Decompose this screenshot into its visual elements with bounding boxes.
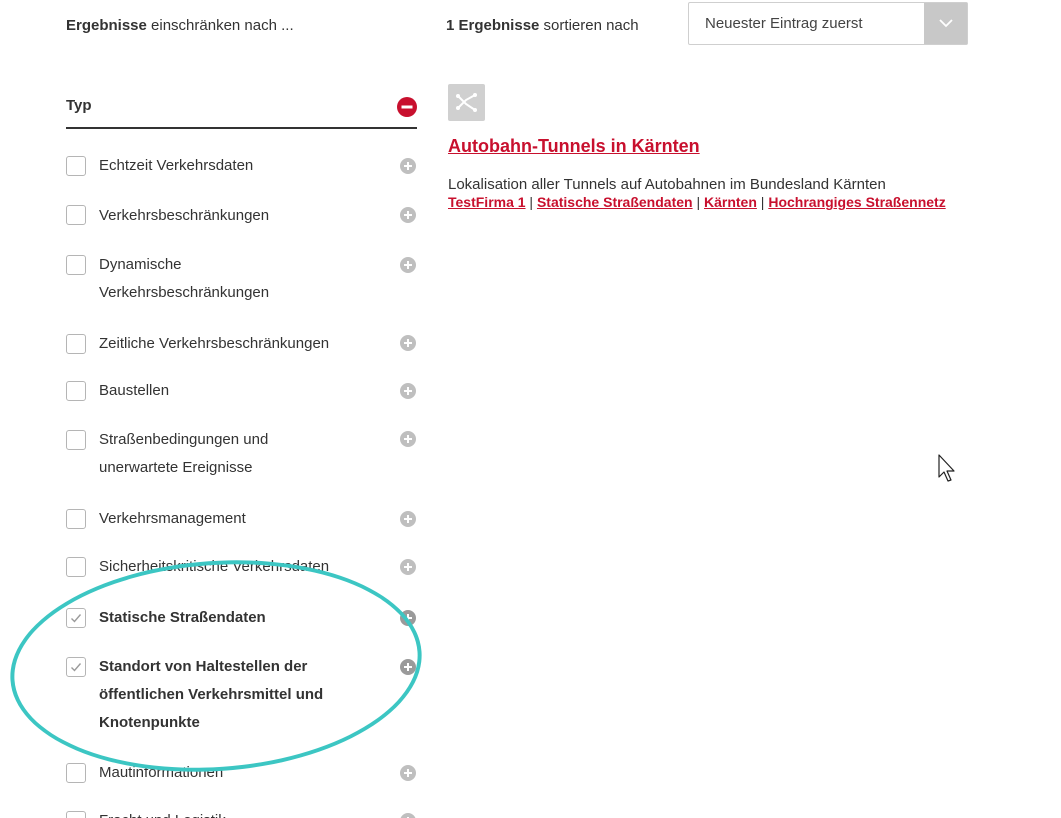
tag-link-organisation[interactable]: TestFirma 1 <box>448 194 526 210</box>
facet-label: Verkehrsmanagement <box>99 510 246 527</box>
plus-circle-icon[interactable] <box>400 511 416 527</box>
result-title-link[interactable]: Autobahn-Tunnels in Kärnten <box>448 136 700 157</box>
facet-checkbox[interactable] <box>66 430 86 450</box>
tag-link-network[interactable]: Hochrangiges Straßennetz <box>768 194 945 210</box>
result-description: Lokalisation aller Tunnels auf Autobahne… <box>448 176 886 193</box>
plus-circle-icon[interactable] <box>400 559 416 575</box>
facet-checkbox[interactable] <box>66 811 86 818</box>
facet-item[interactable]: Fracht und Logistik <box>66 806 418 818</box>
sort-dropdown-button[interactable] <box>924 3 967 44</box>
tag-separator: | <box>525 194 537 210</box>
filter-heading-bold: Ergebnisse <box>66 17 147 34</box>
facet-label: Dynamische <box>99 256 182 273</box>
results-count: 1 Ergebnisse <box>446 17 540 34</box>
plus-circle-icon[interactable] <box>400 383 416 399</box>
facet-checkbox[interactable] <box>66 381 86 401</box>
facet-checkbox[interactable] <box>66 763 86 783</box>
plus-circle-icon[interactable] <box>400 207 416 223</box>
tag-separator: | <box>692 194 704 210</box>
plus-circle-icon[interactable] <box>400 257 416 273</box>
chevron-down-icon <box>938 19 953 28</box>
facet-checkbox[interactable] <box>66 334 86 354</box>
sort-label: sortieren nach <box>539 17 639 34</box>
tag-link-type[interactable]: Statische Straßendaten <box>537 194 693 210</box>
dataset-type-icon <box>448 84 485 121</box>
plus-circle-icon[interactable] <box>400 335 416 351</box>
facet-checkbox[interactable] <box>66 205 86 225</box>
tag-link-region[interactable]: Kärnten <box>704 194 757 210</box>
plus-circle-icon[interactable] <box>400 431 416 447</box>
plus-circle-icon[interactable] <box>400 765 416 781</box>
facet-label-line2: unerwartete Ereignisse <box>99 459 253 476</box>
facet-label-line2: Verkehrsbeschränkungen <box>99 284 270 301</box>
facet-title: Typ <box>66 97 92 114</box>
facet-label: Baustellen <box>99 382 170 399</box>
facet-checkbox[interactable] <box>66 557 86 577</box>
facet-checkbox[interactable] <box>66 255 86 275</box>
tag-separator: | <box>756 194 769 210</box>
facet-label: Straßenbedingungen und <box>99 431 269 448</box>
sort-selected-value: Neuester Eintrag zuerst <box>705 15 863 32</box>
results-count-heading: 1 Ergebnisse sortieren nach <box>446 17 639 34</box>
facet-label: Zeitliche Verkehrsbeschränkungen <box>99 335 330 352</box>
filter-heading: Ergebnisse einschränken nach ... <box>66 17 294 34</box>
collapse-minus-icon[interactable] <box>397 97 417 117</box>
sort-select[interactable]: Neuester Eintrag zuerst <box>688 2 968 45</box>
facet-checkbox[interactable] <box>66 156 86 176</box>
facet-divider <box>66 127 417 129</box>
facet-label: Fracht und Logistik <box>99 806 226 818</box>
shuffle-network-icon <box>456 93 477 112</box>
plus-circle-icon[interactable] <box>400 158 416 174</box>
highlight-ellipse-annotation <box>3 546 429 786</box>
facet-label: Echtzeit Verkehrsdaten <box>99 157 254 174</box>
plus-circle-icon[interactable] <box>400 813 416 818</box>
facet-checkbox[interactable] <box>66 509 86 529</box>
facet-label: Verkehrsbeschränkungen <box>99 207 270 224</box>
filter-heading-rest: einschränken nach ... <box>146 17 294 34</box>
result-tags: TestFirma 1 | Statische Straßendaten | K… <box>448 194 946 210</box>
mouse-pointer-icon <box>938 454 955 482</box>
